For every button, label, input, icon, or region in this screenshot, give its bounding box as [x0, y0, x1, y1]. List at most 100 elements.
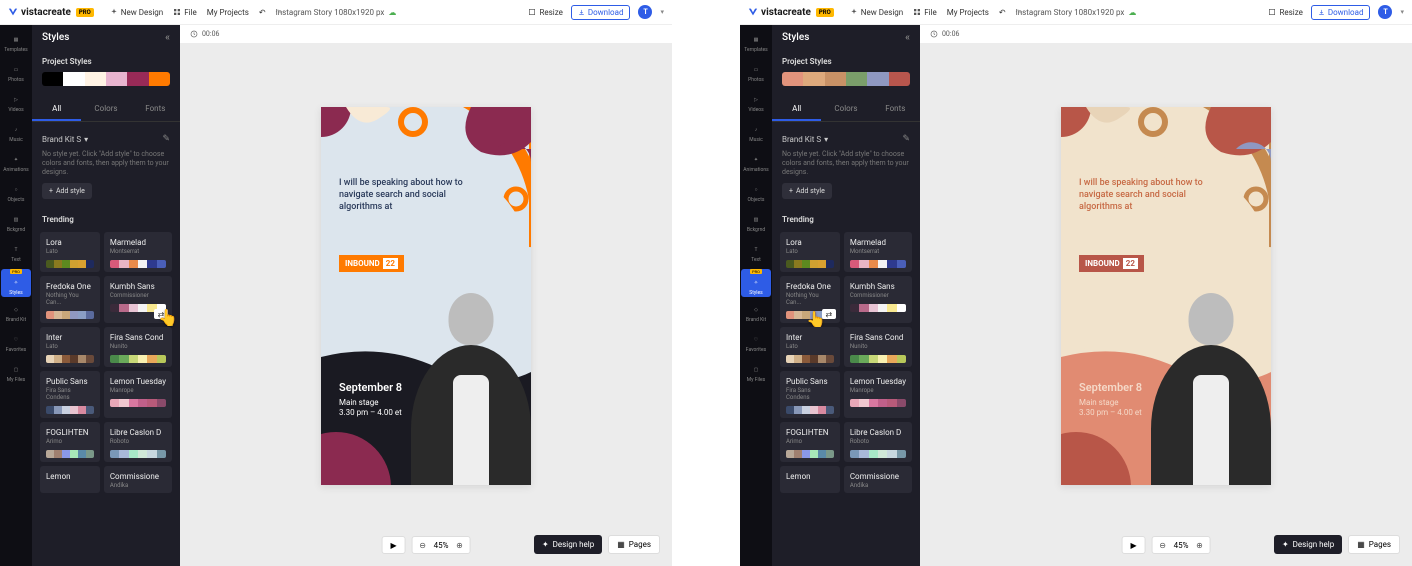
zoom-level[interactable]: 45%	[434, 541, 449, 550]
style-card[interactable]: Fredoka OneNothing You Can...	[40, 276, 100, 323]
new-design-link[interactable]: New Design	[110, 8, 163, 17]
speaker-photo[interactable]	[1141, 285, 1271, 485]
project-palette[interactable]	[782, 72, 910, 86]
edit-icon[interactable]: ✎	[162, 134, 170, 144]
new-design-link[interactable]: New Design	[850, 8, 903, 17]
rail-objects[interactable]: ○Objects	[741, 179, 771, 207]
chevron-down-icon[interactable]: ▾	[660, 8, 664, 16]
collapse-icon[interactable]: «	[165, 32, 170, 43]
style-card[interactable]: Fira Sans CondNunito	[844, 327, 912, 367]
pages-button[interactable]: ▦ Pages	[1348, 535, 1400, 554]
date-block[interactable]: September 8Main stage3.30 pm – 4.00 et	[1079, 381, 1142, 419]
zoom-in-button[interactable]: ⊕	[1193, 541, 1205, 550]
design-canvas[interactable]: I will be speaking about how to navigate…	[1061, 107, 1271, 485]
my-projects-link[interactable]: My Projects	[207, 8, 249, 17]
rail-animations[interactable]: ✦Animations	[1, 149, 31, 177]
style-card[interactable]: CommissioneAndika	[844, 466, 912, 493]
rail-photos[interactable]: ▭Photos	[1, 59, 31, 87]
style-card[interactable]: Kumbh SansCommissioner⇄👆	[104, 276, 172, 323]
edit-icon[interactable]: ✎	[902, 134, 910, 144]
document-title[interactable]: Instagram Story 1080x1920 px ☁	[276, 8, 397, 17]
add-style-button[interactable]: + Add style	[782, 183, 832, 199]
style-card[interactable]: Lemon	[780, 466, 840, 493]
resize-button[interactable]: Resize	[1268, 8, 1302, 17]
design-help-button[interactable]: ✦ Design help	[1274, 535, 1342, 554]
play-button[interactable]: ▶	[382, 536, 406, 554]
undo-button[interactable]: ↶	[259, 8, 266, 17]
tab-fonts[interactable]: Fonts	[871, 98, 920, 121]
style-card[interactable]: CommissioneAndika	[104, 466, 172, 493]
rail-styles[interactable]: PRO✧Styles	[1, 269, 31, 297]
my-projects-link[interactable]: My Projects	[947, 8, 989, 17]
style-card[interactable]: FOGLIHTENArimo	[780, 422, 840, 462]
rail-text[interactable]: TText	[1, 239, 31, 267]
zoom-level[interactable]: 45%	[1174, 541, 1189, 550]
rail-music[interactable]: ♪Music	[741, 119, 771, 147]
rail-videos[interactable]: ▷Videos	[1, 89, 31, 117]
rail-templates[interactable]: ▦Templates	[1, 29, 31, 57]
rail-favorites[interactable]: ♡Favorites	[741, 329, 771, 357]
style-card[interactable]: MarmeladMontserrat	[104, 232, 172, 272]
style-card[interactable]: Libre Caslon DRoboto	[844, 422, 912, 462]
logo[interactable]: vistacreate PRO	[8, 7, 94, 18]
rail-bckgrnd[interactable]: ▨Bckgrnd	[741, 209, 771, 237]
pages-button[interactable]: ▦ Pages	[608, 535, 660, 554]
rail-text[interactable]: TText	[741, 239, 771, 267]
shuffle-icon[interactable]: ⇄	[822, 309, 836, 319]
rail-my files[interactable]: ▢My Files	[1, 359, 31, 387]
design-canvas[interactable]: I will be speaking about how to navigate…	[321, 107, 531, 485]
user-avatar[interactable]: T	[1378, 5, 1392, 19]
zoom-in-button[interactable]: ⊕	[453, 541, 465, 550]
rail-bckgrnd[interactable]: ▨Bckgrnd	[1, 209, 31, 237]
project-palette[interactable]	[42, 72, 170, 86]
style-card[interactable]: Public SansFira Sans Condens	[780, 371, 840, 418]
rail-styles[interactable]: PRO✧Styles	[741, 269, 771, 297]
file-menu[interactable]: File	[173, 8, 197, 17]
event-badge[interactable]: INBOUND22	[339, 255, 404, 272]
style-card[interactable]: Libre Caslon DRoboto	[104, 422, 172, 462]
tab-all[interactable]: All	[32, 98, 81, 121]
speaker-photo[interactable]	[401, 285, 531, 485]
rail-my files[interactable]: ▢My Files	[741, 359, 771, 387]
rail-music[interactable]: ♪Music	[1, 119, 31, 147]
collapse-icon[interactable]: «	[905, 32, 910, 43]
add-style-button[interactable]: + Add style	[42, 183, 92, 199]
zoom-out-button[interactable]: ⊖	[1157, 541, 1169, 550]
style-card[interactable]: Lemon TuesdayManrope	[104, 371, 172, 418]
play-button[interactable]: ▶	[1122, 536, 1146, 554]
download-button[interactable]: Download	[1311, 5, 1371, 20]
rail-photos[interactable]: ▭Photos	[741, 59, 771, 87]
tab-colors[interactable]: Colors	[81, 98, 130, 121]
date-block[interactable]: September 8Main stage3.30 pm – 4.00 et	[339, 381, 402, 419]
rail-brand kit[interactable]: ◇Brand Kit	[741, 299, 771, 327]
style-card[interactable]: Lemon TuesdayManrope	[844, 371, 912, 418]
style-card[interactable]: LoraLato	[40, 232, 100, 272]
undo-button[interactable]: ↶	[999, 8, 1006, 17]
rail-brand kit[interactable]: ◇Brand Kit	[1, 299, 31, 327]
style-card[interactable]: InterLato	[40, 327, 100, 367]
style-card[interactable]: Public SansFira Sans Condens	[40, 371, 100, 418]
resize-button[interactable]: Resize	[528, 8, 562, 17]
style-card[interactable]: LoraLato	[780, 232, 840, 272]
rail-videos[interactable]: ▷Videos	[741, 89, 771, 117]
tab-all[interactable]: All	[772, 98, 821, 121]
rail-favorites[interactable]: ♡Favorites	[1, 329, 31, 357]
rail-objects[interactable]: ○Objects	[1, 179, 31, 207]
style-card[interactable]: Fredoka OneNothing You Can...⇄👆	[780, 276, 840, 323]
style-card[interactable]: FOGLIHTENArimo	[40, 422, 100, 462]
style-card[interactable]: MarmeladMontserrat	[844, 232, 912, 272]
brand-kit-selector[interactable]: Brand Kit S ▾	[42, 135, 88, 144]
design-help-button[interactable]: ✦ Design help	[534, 535, 602, 554]
style-card[interactable]: InterLato	[780, 327, 840, 367]
headline-text[interactable]: I will be speaking about how to navigate…	[339, 177, 469, 213]
brand-kit-selector[interactable]: Brand Kit S ▾	[782, 135, 828, 144]
style-card[interactable]: Lemon	[40, 466, 100, 493]
tab-fonts[interactable]: Fonts	[131, 98, 180, 121]
file-menu[interactable]: File	[913, 8, 937, 17]
chevron-down-icon[interactable]: ▾	[1400, 8, 1404, 16]
style-card[interactable]: Fira Sans CondNunito	[104, 327, 172, 367]
rail-templates[interactable]: ▦Templates	[741, 29, 771, 57]
user-avatar[interactable]: T	[638, 5, 652, 19]
download-button[interactable]: Download	[571, 5, 631, 20]
document-title[interactable]: Instagram Story 1080x1920 px ☁	[1016, 8, 1137, 17]
